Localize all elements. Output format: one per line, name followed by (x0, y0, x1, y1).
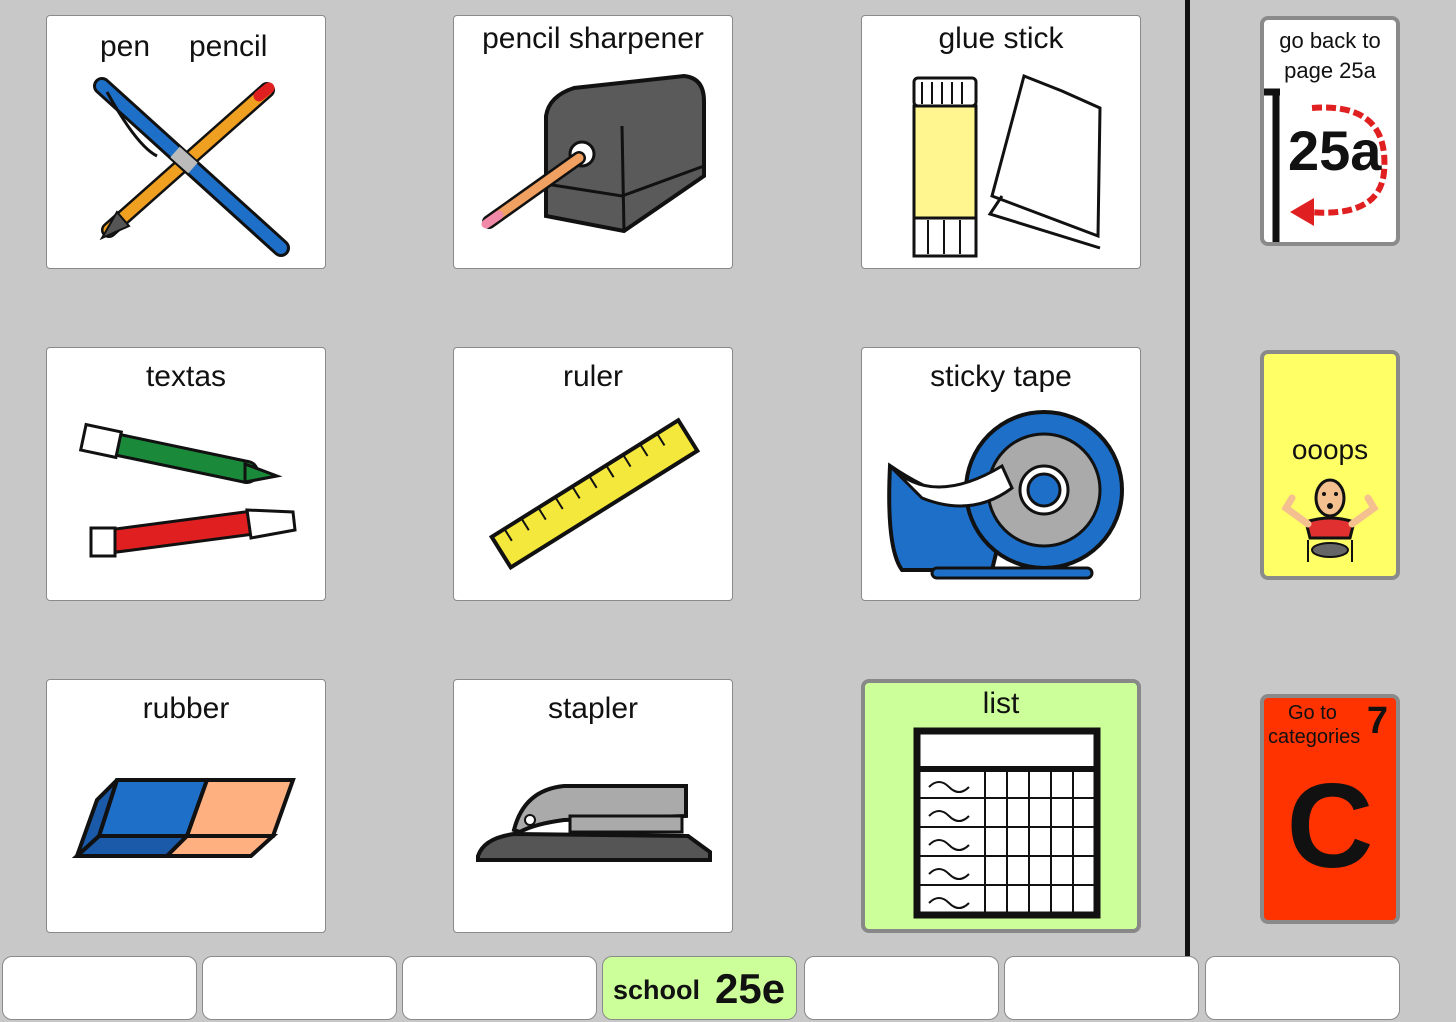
sticky-tape-icon (887, 410, 1124, 580)
oops-button[interactable]: ooops (1260, 350, 1400, 580)
rubber-cell[interactable]: rubber (46, 679, 326, 933)
list-icon (913, 727, 1101, 919)
page-tab-7[interactable] (1205, 956, 1400, 1020)
oops-label: ooops (1291, 434, 1369, 465)
textas-icon (78, 422, 297, 558)
page-tab-1[interactable] (2, 956, 197, 1020)
page-tab-6[interactable] (1004, 956, 1199, 1020)
rubber-icon (71, 778, 296, 858)
go-back-button[interactable]: go back to page 25a 25a (1260, 16, 1400, 246)
glue-stick-cell[interactable]: glue stick (861, 15, 1141, 269)
page-tab-2[interactable] (202, 956, 397, 1020)
stapler-icon (476, 784, 712, 862)
page-number: 25e (715, 965, 786, 1012)
glue-stick-icon (912, 73, 1102, 258)
textas-cell[interactable]: textas (46, 347, 326, 601)
categories-letter: C (1286, 759, 1374, 893)
pencil-sharpener-icon (481, 73, 706, 234)
go-back-line2: page 25a (1284, 58, 1376, 83)
stapler-cell[interactable]: stapler (453, 679, 733, 933)
go-back-page-number: 25a (1288, 119, 1382, 182)
pencil-sharpener-cell[interactable]: pencil sharpener (453, 15, 733, 269)
page-tab-current[interactable]: school 25e (602, 956, 797, 1020)
oops-person-icon (1281, 478, 1379, 562)
page-name: school (613, 975, 701, 1005)
sticky-tape-cell[interactable]: sticky tape (861, 347, 1141, 601)
ruler-icon (488, 417, 701, 571)
ruler-cell[interactable]: ruler (453, 347, 733, 601)
panel-divider (1185, 0, 1190, 958)
list-cell[interactable]: list (861, 679, 1141, 933)
page-tab-3[interactable] (402, 956, 597, 1020)
categories-line2: categories (1268, 726, 1361, 748)
pen-pencil-cell[interactable]: pen pencil (46, 15, 326, 269)
go-to-categories-button[interactable]: Go to categories 7 C (1260, 694, 1400, 924)
categories-number: 7 (1366, 700, 1388, 742)
go-back-line1: go back to (1279, 28, 1381, 53)
categories-line1: Go to (1288, 702, 1337, 724)
pen-pencil-icon (93, 77, 290, 257)
page-tab-5[interactable] (804, 956, 999, 1020)
